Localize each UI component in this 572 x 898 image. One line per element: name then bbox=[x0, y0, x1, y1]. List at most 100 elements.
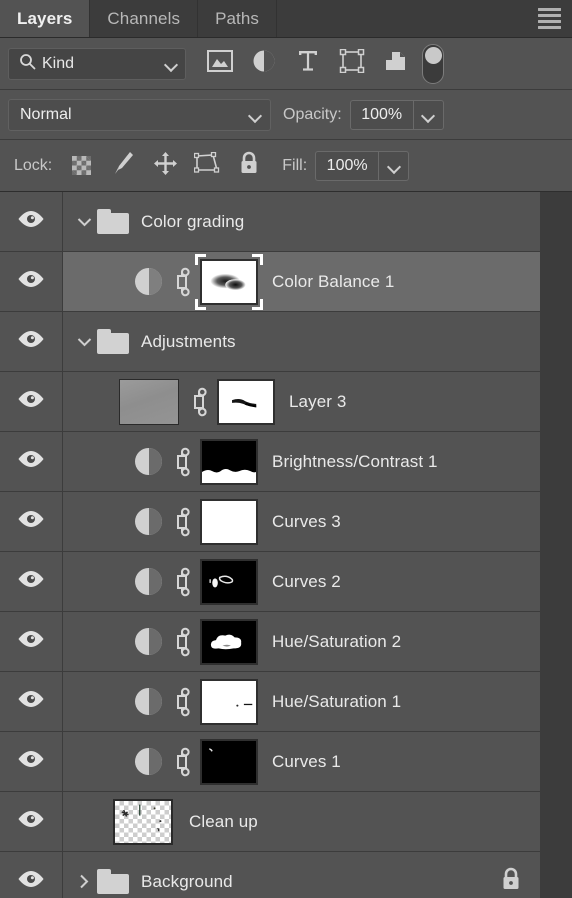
adjustment-half-circle-icon[interactable] bbox=[135, 568, 162, 595]
layer-row-body[interactable]: Layer 3 bbox=[63, 372, 540, 431]
lock-position[interactable] bbox=[144, 147, 186, 185]
lock-row: Lock: Fill: 100% bbox=[0, 140, 572, 192]
thumbnail-content bbox=[121, 804, 162, 831]
layer-row-body[interactable]: Curves 1 bbox=[63, 732, 540, 791]
layer-name: Curves 1 bbox=[272, 751, 341, 771]
panel-menu-button[interactable] bbox=[526, 0, 572, 37]
link-mask-icon[interactable] bbox=[170, 267, 194, 297]
tab-paths[interactable]: Paths bbox=[198, 0, 278, 37]
table-row[interactable]: Clean up bbox=[0, 792, 540, 852]
table-row[interactable]: Hue/Saturation 2 bbox=[0, 612, 540, 672]
link-mask-icon[interactable] bbox=[170, 507, 194, 537]
layer-mask-thumbnail[interactable] bbox=[217, 378, 275, 425]
layer-list-scrollbar[interactable] bbox=[540, 192, 572, 898]
table-row[interactable]: Hue/Saturation 1 bbox=[0, 672, 540, 732]
pixel-layers-filter[interactable] bbox=[198, 44, 242, 84]
layer-row-body[interactable]: Brightness/Contrast 1 bbox=[63, 432, 540, 491]
fill-stepper[interactable] bbox=[378, 151, 408, 180]
group-expand-chevron-right-icon[interactable] bbox=[73, 874, 95, 889]
mask-preview bbox=[200, 438, 258, 485]
panel-tab-bar: Layers Channels Paths bbox=[0, 0, 572, 38]
link-mask-icon[interactable] bbox=[170, 687, 194, 717]
layer-mask-thumbnail[interactable] bbox=[200, 678, 258, 725]
fill-field[interactable]: 100% bbox=[315, 150, 410, 181]
tab-layers[interactable]: Layers bbox=[0, 0, 91, 37]
adjustment-half-circle-icon[interactable] bbox=[135, 268, 162, 295]
lock-artboard-nesting[interactable] bbox=[186, 147, 228, 185]
layer-visibility-toggle[interactable] bbox=[0, 852, 63, 898]
layer-mask-thumbnail[interactable] bbox=[200, 498, 258, 545]
layer-visibility-toggle[interactable] bbox=[0, 192, 63, 251]
lock-transparent-pixels[interactable] bbox=[60, 147, 102, 185]
table-row[interactable]: Curves 2 bbox=[0, 552, 540, 612]
layer-row-body[interactable]: Clean up bbox=[63, 792, 540, 851]
layer-row-body[interactable]: Adjustments bbox=[63, 312, 540, 371]
layer-visibility-toggle[interactable] bbox=[0, 612, 63, 671]
layer-mask-thumbnail[interactable] bbox=[200, 438, 258, 485]
blend-mode-select[interactable]: Normal bbox=[8, 98, 271, 131]
layer-thumbnail[interactable] bbox=[113, 798, 173, 845]
layer-row-body[interactable]: Color Balance 1 bbox=[63, 252, 540, 311]
filter-row: Kind bbox=[0, 38, 572, 90]
adjustment-half-circle-icon[interactable] bbox=[135, 688, 162, 715]
layer-visibility-toggle[interactable] bbox=[0, 792, 63, 851]
layer-visibility-toggle[interactable] bbox=[0, 372, 63, 431]
smart-object-filter[interactable] bbox=[374, 44, 418, 84]
link-mask-icon[interactable] bbox=[170, 747, 194, 777]
layer-name: Color Balance 1 bbox=[272, 271, 395, 291]
table-row[interactable]: Adjustments bbox=[0, 312, 540, 372]
table-row[interactable]: Color grading bbox=[0, 192, 540, 252]
link-mask-icon[interactable] bbox=[170, 627, 194, 657]
layer-row-body[interactable]: Hue/Saturation 2 bbox=[63, 612, 540, 671]
layer-row-body[interactable]: Hue/Saturation 1 bbox=[63, 672, 540, 731]
table-row[interactable]: Curves 3 bbox=[0, 492, 540, 552]
layer-row-body[interactable]: Background bbox=[63, 852, 540, 898]
adjustment-half-circle-icon[interactable] bbox=[135, 508, 162, 535]
layer-mask-thumbnail[interactable] bbox=[200, 738, 258, 785]
layer-mask-thumbnail[interactable] bbox=[200, 558, 258, 605]
lock-image-pixels[interactable] bbox=[102, 147, 144, 185]
layer-row-body[interactable]: Color grading bbox=[63, 192, 540, 251]
adjustment-half-circle-icon[interactable] bbox=[135, 628, 162, 655]
table-row[interactable]: Color Balance 1 bbox=[0, 252, 540, 312]
group-expand-chevron-down-icon[interactable] bbox=[73, 217, 95, 227]
layer-mask-thumbnail[interactable] bbox=[200, 618, 258, 665]
layer-visibility-toggle[interactable] bbox=[0, 672, 63, 731]
layer-visibility-toggle[interactable] bbox=[0, 252, 63, 311]
adjustment-half-circle-icon[interactable] bbox=[135, 448, 162, 475]
lock-all[interactable] bbox=[228, 147, 270, 185]
layer-visibility-toggle[interactable] bbox=[0, 552, 63, 611]
type-layers-filter[interactable] bbox=[286, 44, 330, 84]
opacity-stepper[interactable] bbox=[412, 100, 443, 129]
table-row[interactable]: Curves 1 bbox=[0, 732, 540, 792]
layer-thumbnail[interactable] bbox=[119, 378, 179, 425]
layer-visibility-toggle[interactable] bbox=[0, 732, 63, 791]
table-row[interactable]: Brightness/Contrast 1 bbox=[0, 432, 540, 492]
blend-opacity-row: Normal Opacity: 100% bbox=[0, 90, 572, 140]
table-row[interactable]: Layer 3 bbox=[0, 372, 540, 432]
filter-enable-toggle[interactable] bbox=[422, 43, 444, 84]
layer-row-body[interactable]: Curves 3 bbox=[63, 492, 540, 551]
layer-row-body[interactable]: Curves 2 bbox=[63, 552, 540, 611]
group-expand-chevron-down-icon[interactable] bbox=[73, 337, 95, 347]
link-mask-icon[interactable] bbox=[170, 567, 194, 597]
filter-kind-select[interactable]: Kind bbox=[8, 47, 186, 80]
opacity-field[interactable]: 100% bbox=[349, 99, 444, 130]
image-icon bbox=[207, 50, 233, 77]
adjustment-half-circle-icon[interactable] bbox=[135, 748, 162, 775]
layer-mask-thumbnail[interactable] bbox=[195, 253, 263, 310]
fill-value[interactable]: 100% bbox=[316, 152, 378, 180]
layer-visibility-toggle[interactable] bbox=[0, 492, 63, 551]
layer-visibility-toggle[interactable] bbox=[0, 432, 63, 491]
tab-channels[interactable]: Channels bbox=[90, 0, 199, 37]
eye-icon bbox=[17, 690, 45, 713]
link-mask-icon[interactable] bbox=[170, 447, 194, 477]
opacity-value[interactable]: 100% bbox=[351, 101, 413, 129]
toggle-knob-icon bbox=[424, 46, 442, 64]
layer-visibility-toggle[interactable] bbox=[0, 312, 63, 371]
folder-icon bbox=[97, 869, 129, 894]
shape-layers-filter[interactable] bbox=[330, 44, 374, 84]
adjustment-layers-filter[interactable] bbox=[242, 44, 286, 84]
link-mask-icon[interactable] bbox=[187, 387, 211, 417]
table-row[interactable]: Background bbox=[0, 852, 540, 898]
